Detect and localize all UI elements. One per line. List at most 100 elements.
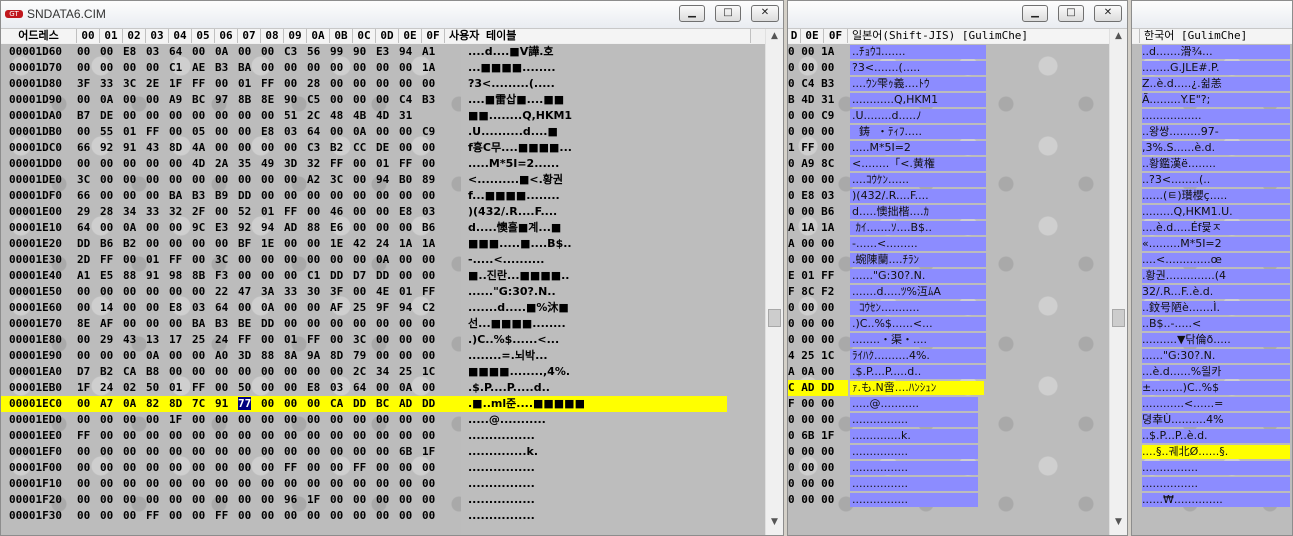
korean-text[interactable]: ..?3<........(.. — [1142, 172, 1292, 188]
title-bar-3[interactable] — [1132, 1, 1292, 29]
hex-byte[interactable]: 00 — [215, 412, 238, 428]
hex-byte[interactable]: FF — [353, 460, 376, 476]
hex-byte[interactable]: 01 — [376, 156, 399, 172]
hex-byte[interactable]: E8 — [307, 380, 330, 396]
hex-byte[interactable]: 00 — [261, 492, 284, 508]
table-row[interactable]: 00001F30 00 00 00 FF 00 00 FF 00 00 00 00 00 00 00 00 00… — [1, 508, 727, 524]
hex-byte[interactable]: DD — [376, 268, 399, 284]
hex-byte[interactable]: 17 — [169, 332, 192, 348]
hex-byte[interactable]: 00 — [353, 76, 376, 92]
hex-byte[interactable]: 00 — [100, 444, 123, 460]
hex-byte[interactable]: 1C — [422, 364, 445, 380]
hex-byte[interactable]: 00 — [261, 60, 284, 76]
shift-jis-text[interactable]: .......d.....ﾂ%沍ﾑA — [852, 284, 941, 300]
korean-text[interactable]: Ã.........Y.E"?; — [1142, 92, 1292, 108]
shift-jis-text[interactable]: ................ — [852, 476, 908, 492]
shift-jis-text[interactable]: ....ｺｳｹﾝ...... — [852, 172, 909, 188]
hex-byte[interactable]: DD — [238, 188, 261, 204]
hex-byte[interactable]: A0 — [215, 348, 238, 364]
hex-byte[interactable]: 00 — [353, 60, 376, 76]
table-row[interactable]: 00001DE0 3C 00 00 00 00 00 00 00 00 00 A2 3C 00 94 B0 89… — [1, 172, 727, 188]
hex-byte[interactable]: 00 — [100, 476, 123, 492]
hex-byte[interactable]: 00 — [261, 476, 284, 492]
hex-byte[interactable]: 00 — [307, 460, 330, 476]
hex-byte[interactable]: 00 — [192, 252, 215, 268]
hex-byte[interactable]: 00 — [376, 348, 399, 364]
hex-byte[interactable]: A1 — [422, 44, 445, 60]
hex-byte[interactable]: 00 — [192, 460, 215, 476]
hex-byte[interactable]: 00 — [169, 492, 192, 508]
korean-pane[interactable]: ..d.......滑¾... ........G.JLE#.P. Z..è.d..… — [1132, 44, 1292, 535]
shift-jis-text[interactable]: ................ — [852, 412, 908, 428]
hex-byte[interactable]: DD — [353, 396, 376, 412]
hex-byte[interactable]: 00 — [192, 108, 215, 124]
hex-byte[interactable]: 00 — [123, 476, 146, 492]
hex-byte[interactable]: 56 — [307, 44, 330, 60]
hex-byte[interactable]: 00 — [215, 140, 238, 156]
hex-byte[interactable]: 00 — [123, 428, 146, 444]
hex-byte[interactable]: 0A — [376, 252, 399, 268]
hex-byte[interactable]: 00 — [261, 140, 284, 156]
hex-byte[interactable]: 00 — [330, 316, 353, 332]
hex-byte[interactable]: BA — [238, 60, 261, 76]
hex-byte[interactable]: 00 — [169, 460, 192, 476]
hex-bytes[interactable]: E 01 FF — [788, 268, 834, 284]
hex-byte[interactable]: 00 — [399, 124, 422, 140]
hex-byte[interactable]: 98 — [169, 268, 192, 284]
hex-byte[interactable]: 00 — [238, 412, 261, 428]
hex-bytes[interactable]: 0 00 00 — [788, 332, 834, 348]
table-row[interactable]: 00001E00 29 28 34 33 32 2F 00 52 01 FF 00 46 00 00 E8 03… — [1, 204, 727, 220]
hex-byte[interactable]: 99 — [330, 44, 353, 60]
hex-byte[interactable]: 00 — [215, 108, 238, 124]
hex-byte[interactable]: 4B — [353, 108, 376, 124]
hex-byte[interactable]: 00 — [399, 140, 422, 156]
hex-byte[interactable]: 00 — [100, 460, 123, 476]
hex-byte[interactable]: 2C — [307, 108, 330, 124]
hex-byte[interactable]: 00 — [100, 44, 123, 60]
hex-byte[interactable]: FF — [169, 252, 192, 268]
hex-byte[interactable]: 00 — [238, 508, 261, 524]
row-text[interactable]: .■..ml준....■■■■■ — [468, 396, 585, 412]
hex-byte[interactable]: 00 — [77, 92, 100, 108]
hex-byte[interactable]: 03 — [422, 204, 445, 220]
hex-byte[interactable]: 88 — [261, 348, 284, 364]
hex-byte[interactable]: 3D — [238, 348, 261, 364]
hex-byte[interactable]: D7 — [353, 268, 376, 284]
row-text[interactable]: f흉C무....■■■■... — [468, 140, 572, 156]
hex-byte[interactable]: 00 — [353, 204, 376, 220]
hex-byte[interactable]: 88 — [307, 220, 330, 236]
hex-byte[interactable]: F3 — [215, 268, 238, 284]
hex-byte[interactable]: 9C — [192, 220, 215, 236]
hex-byte[interactable]: 00 — [261, 412, 284, 428]
table-row[interactable]: 00001E10 64 00 0A 00 00 9C E3 92 94 AD 88 E6 00 00 00 B6… — [1, 220, 727, 236]
hex-byte[interactable]: 00 — [376, 476, 399, 492]
vertical-scrollbar[interactable]: ▲ ▼ — [765, 29, 783, 535]
hex-byte[interactable]: 00 — [330, 492, 353, 508]
hex-byte[interactable]: BE — [238, 316, 261, 332]
hex-byte[interactable]: 00 — [399, 476, 422, 492]
hex-byte[interactable]: 00 — [330, 92, 353, 108]
hex-byte[interactable]: 00 — [146, 444, 169, 460]
hex-bytes[interactable]: 0 00 00 — [788, 252, 834, 268]
hex-byte[interactable]: B7 — [77, 108, 100, 124]
korean-text[interactable]: ................ — [1142, 476, 1292, 492]
hex-byte[interactable]: 55 — [100, 124, 123, 140]
hex-byte[interactable]: 2A — [215, 156, 238, 172]
hex-byte[interactable]: 00 — [146, 188, 169, 204]
maximize-button[interactable]: □ — [715, 5, 741, 22]
hex-byte[interactable]: 64 — [169, 44, 192, 60]
hex-byte[interactable]: 00 — [284, 188, 307, 204]
hex-byte[interactable]: 00 — [399, 252, 422, 268]
hex-byte[interactable]: 00 — [353, 476, 376, 492]
hex-byte[interactable]: 00 — [238, 476, 261, 492]
table-row[interactable]: 00001DF0 66 00 00 00 BA B3 B9 DD 00 00 00 00 00 00 00 00… — [1, 188, 727, 204]
hex-byte[interactable]: 6B — [399, 444, 422, 460]
hex-byte[interactable]: 00 — [399, 508, 422, 524]
table-row[interactable]: 00001E90 00 00 00 0A 00 00 A0 3D 88 8A 9A 8D 79 00 00 00… — [1, 348, 727, 364]
korean-text[interactable]: ....è.d.....Éf뮻ㅈ — [1142, 220, 1292, 236]
row-text[interactable]: f...■■■■........ — [468, 188, 560, 204]
hex-byte[interactable]: 00 — [422, 460, 445, 476]
close-button-2[interactable]: ✕ — [1094, 5, 1122, 22]
hex-byte[interactable]: 00 — [261, 108, 284, 124]
hex-bytes[interactable]: 0 00 00 — [788, 476, 834, 492]
